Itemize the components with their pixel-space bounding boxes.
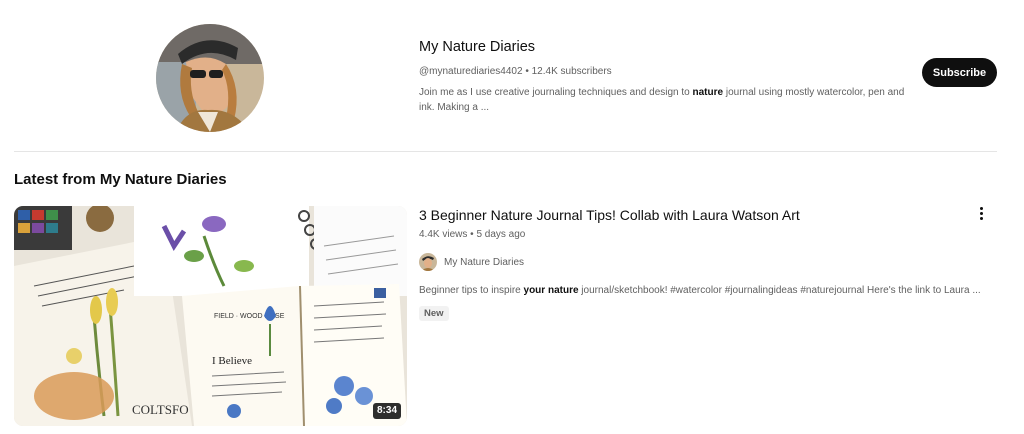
video-info: 3 Beginner Nature Journal Tips! Collab w… <box>419 206 981 321</box>
dot <box>979 216 983 220</box>
channel-avatar[interactable] <box>156 24 264 132</box>
view-count: 4.4K views <box>419 229 468 240</box>
video-description-text-end: journal/sketchbook! #watercolor #journal… <box>578 285 981 296</box>
new-badge: New <box>419 306 449 321</box>
meta-separator: • <box>470 229 474 240</box>
dot <box>979 206 983 210</box>
nature-journal-thumbnail: COLTSFO FIELD · WOOD ROSE I Believe <box>14 206 407 426</box>
meta-separator: • <box>525 66 529 77</box>
channel-description-text: Join me as I use creative journaling tec… <box>419 87 693 98</box>
video-title[interactable]: 3 Beginner Nature Journal Tips! Collab w… <box>419 206 979 224</box>
video-duration: 8:34 <box>372 403 401 419</box>
channel-meta: @mynaturediaries4402 • 12.4K subscribers <box>419 65 909 79</box>
more-vert-icon[interactable] <box>972 203 990 223</box>
video-channel-name[interactable]: My Nature Diaries <box>444 257 524 268</box>
video-channel[interactable]: My Nature Diaries <box>419 253 979 271</box>
channel-handle: @mynaturediaries4402 <box>419 66 523 77</box>
video-description: Beginner tips to inspire your nature jou… <box>419 284 981 298</box>
svg-text:COLTSFO: COLTSFO <box>132 402 189 417</box>
subscriber-count: 12.4K subscribers <box>531 66 612 77</box>
video-thumbnail[interactable]: COLTSFO FIELD · WOOD ROSE I Believe 8:34 <box>14 206 407 426</box>
video-meta: 4.4K views • 5 days ago <box>419 228 979 242</box>
channel-description-highlight: nature <box>692 87 724 98</box>
video-description-highlight: your nature <box>523 285 579 296</box>
section-divider <box>14 151 997 152</box>
person-photo-icon <box>156 24 264 132</box>
channel-description[interactable]: Join me as I use creative journaling tec… <box>419 85 909 115</box>
channel-avatar-small[interactable] <box>419 253 437 271</box>
section-title: Latest from My Nature Diaries <box>14 171 227 188</box>
channel-info: My Nature Diaries @mynaturediaries4402 •… <box>419 38 909 115</box>
channel-name[interactable]: My Nature Diaries <box>419 38 909 56</box>
channel-header: My Nature Diaries @mynaturediaries4402 •… <box>0 0 1024 152</box>
subscribe-button[interactable]: Subscribe <box>922 58 997 87</box>
svg-text:I Believe: I Believe <box>212 355 252 367</box>
upload-age: 5 days ago <box>476 229 526 240</box>
video-description-text: Beginner tips to inspire <box>419 285 524 296</box>
person-photo-icon <box>419 253 437 271</box>
dot <box>979 211 983 215</box>
